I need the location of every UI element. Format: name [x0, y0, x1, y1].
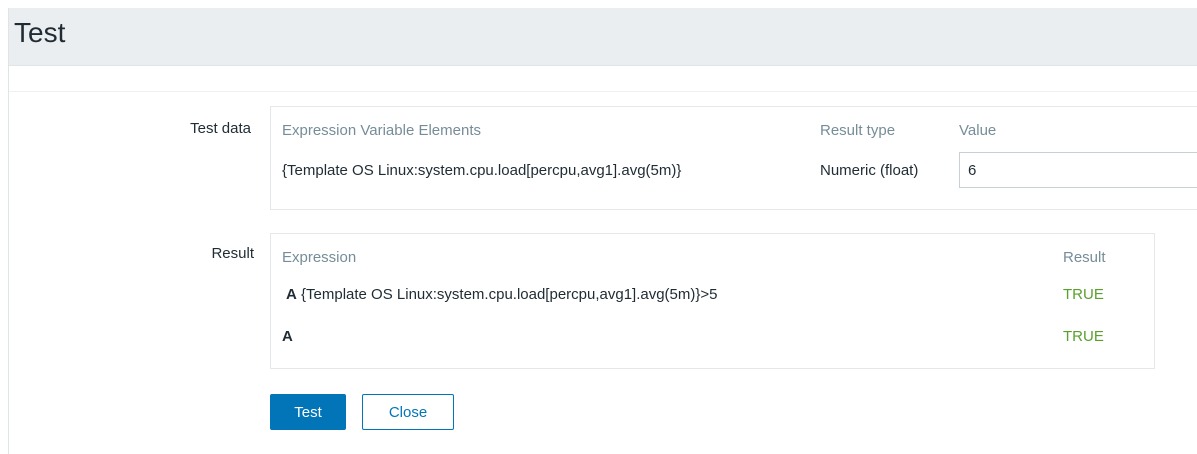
- dialog-header: Test: [9, 8, 1197, 66]
- expression-text: {Template OS Linux:system.cpu.load[percp…: [301, 286, 718, 303]
- result-row-combined: A: [282, 328, 293, 345]
- column-header-result-type: Result type: [820, 122, 896, 139]
- test-data-panel: Expression Variable Elements Result type…: [270, 106, 1197, 210]
- header-divider: [9, 66, 1197, 92]
- column-header-expression: Expression: [282, 249, 357, 266]
- expression-name: A: [286, 286, 297, 303]
- dialog-title: Test: [14, 17, 66, 48]
- result-value-true: TRUE: [1063, 286, 1104, 303]
- test-data-label: Test data: [190, 120, 251, 137]
- test-button[interactable]: Test: [270, 394, 346, 430]
- variable-element: {Template OS Linux:system.cpu.load[percp…: [282, 162, 682, 179]
- column-header-value: Value: [959, 122, 997, 139]
- column-header-expression-variable-elements: Expression Variable Elements: [282, 122, 481, 139]
- result-panel: Expression Result A {Template OS Linux:s…: [270, 233, 1155, 369]
- variable-value-input[interactable]: [959, 152, 1197, 188]
- combined-expression-name: A: [282, 328, 293, 345]
- result-row-expression: A {Template OS Linux:system.cpu.load[per…: [286, 286, 718, 303]
- combined-result-value-true: TRUE: [1063, 328, 1104, 345]
- close-button[interactable]: Close: [362, 394, 454, 430]
- variable-result-type: Numeric (float): [820, 162, 919, 179]
- result-label: Result: [211, 245, 254, 262]
- test-dialog: Test Test data Expression Variable Eleme…: [8, 8, 1197, 454]
- column-header-result: Result: [1063, 249, 1106, 266]
